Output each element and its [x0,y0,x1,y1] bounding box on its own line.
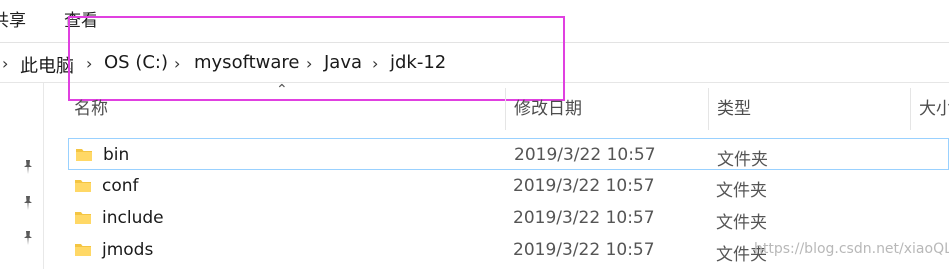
chevron-right-icon[interactable]: › [86,54,92,73]
address-bar-bottom-divider [0,82,949,83]
file-row[interactable]: conf 2019/3/22 10:57 文件夹 [68,170,949,202]
file-type: 文件夹 [717,150,768,170]
file-name: conf [102,176,139,196]
chevron-right-icon[interactable]: › [372,54,378,73]
file-row[interactable]: include 2019/3/22 10:57 文件夹 [68,202,949,234]
breadcrumb-jdk-12[interactable]: jdk-12 [390,52,446,73]
breadcrumb-this-pc[interactable]: 此电脑 [20,52,74,78]
column-divider[interactable] [505,88,506,130]
watermark: https://blog.csdn.net/xiaoQL520 [754,241,949,257]
file-row[interactable]: bin 2019/3/22 10:57 文件夹 [68,138,949,170]
address-bar-top-divider [0,42,949,43]
folder-icon [74,241,92,257]
breadcrumb-java[interactable]: Java [324,52,362,73]
chevron-right-icon[interactable]: › [2,54,8,73]
breadcrumb-mysoftware[interactable]: mysoftware [194,52,300,73]
file-name: include [102,208,164,228]
file-type: 文件夹 [716,213,767,233]
sort-up-icon: ⌃ [276,82,288,98]
file-date: 2019/3/22 10:57 [513,240,655,260]
address-bar[interactable]: › 此电脑 › OS (C:) › mysoftware › Java › jd… [0,44,949,82]
pin-icon[interactable] [20,195,36,211]
file-date: 2019/3/22 10:57 [513,176,655,196]
file-name: jmods [102,240,154,260]
navigation-pane [0,83,44,269]
folder-icon [74,209,92,225]
pin-icon[interactable] [20,159,36,175]
folder-icon [74,177,92,193]
column-header-size[interactable]: 大小 [913,94,949,126]
file-name: bin [103,145,130,165]
breadcrumb-os-c[interactable]: OS (C:) [104,52,168,73]
column-header-type[interactable]: 类型 [711,94,751,126]
file-date: 2019/3/22 10:57 [513,208,655,228]
column-header-name[interactable]: 名称 [68,94,108,126]
chevron-right-icon[interactable]: › [174,54,180,73]
ribbon-tabs: 共享 查看 [0,0,949,36]
column-header-date[interactable]: 修改日期 [508,94,582,126]
tab-view[interactable]: 查看 [64,6,98,31]
file-date: 2019/3/22 10:57 [514,145,656,165]
folder-icon [75,146,93,162]
tab-share[interactable]: 共享 [0,6,26,31]
column-divider[interactable] [708,88,709,130]
file-type: 文件夹 [716,181,767,201]
column-divider[interactable] [910,88,911,130]
pin-icon[interactable] [20,230,36,246]
chevron-right-icon[interactable]: › [306,54,312,73]
